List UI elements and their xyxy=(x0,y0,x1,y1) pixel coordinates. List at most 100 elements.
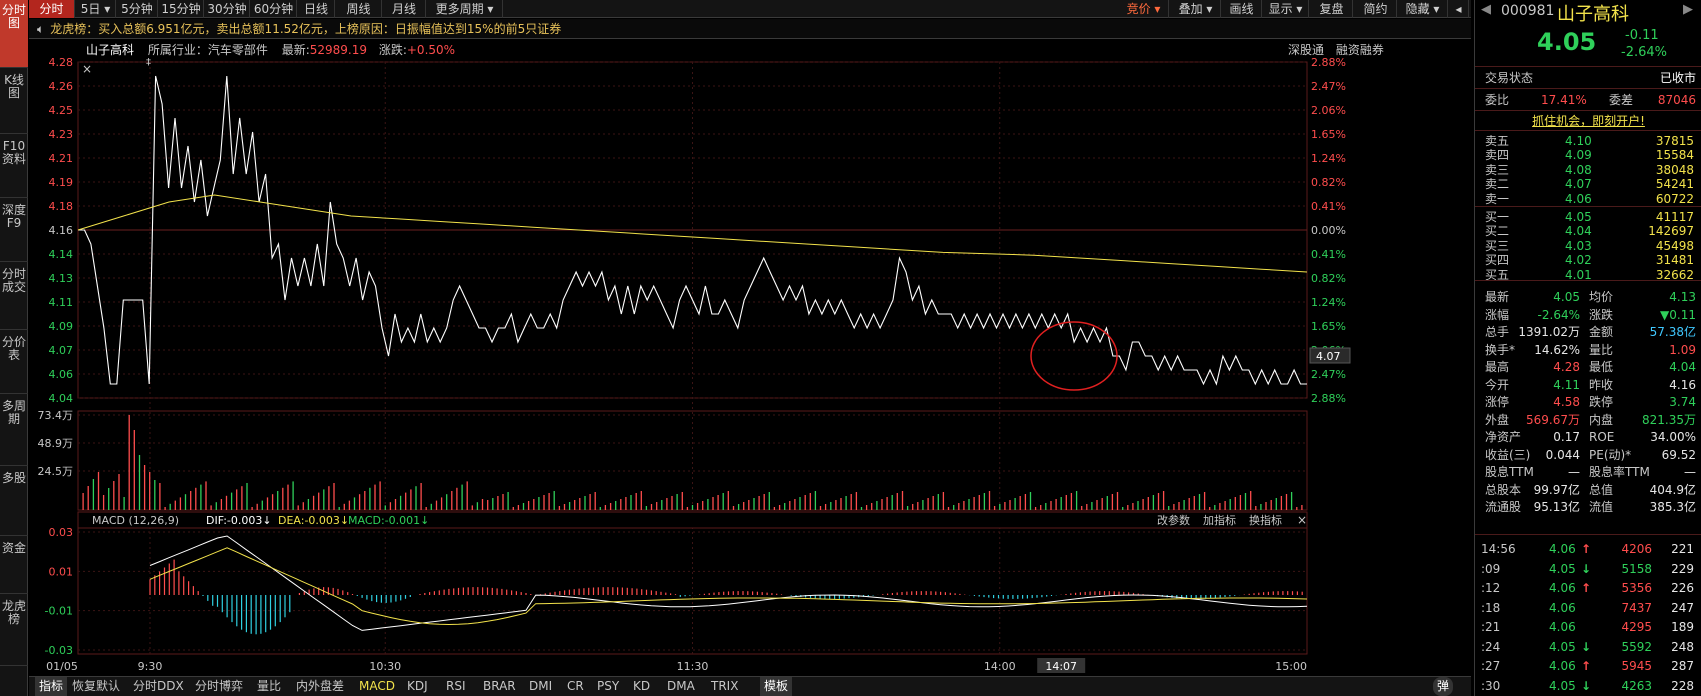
bid-row[interactable]: 买三 4.03 45498 xyxy=(1475,239,1701,253)
collapse-icon[interactable]: ◂ xyxy=(1449,0,1469,18)
period-tab-4[interactable]: 30分钟 xyxy=(205,0,250,18)
ask-row[interactable]: 卖四 4.09 15584 xyxy=(1475,148,1701,162)
trade-status-row: 交易状态 已收市 xyxy=(1475,70,1701,86)
bid-row[interactable]: 买一 4.05 41117 xyxy=(1475,210,1701,224)
indicator-tab-3[interactable]: 分时博弈 xyxy=(195,677,243,696)
tool-button-2[interactable]: 画线 xyxy=(1222,0,1262,18)
period-tab-7[interactable]: 周线 xyxy=(336,0,382,18)
macd-close-icon[interactable]: × xyxy=(1297,513,1307,527)
trade-status-value: 已收市 xyxy=(1659,71,1696,85)
period-tab-6[interactable]: 日线 xyxy=(298,0,335,18)
industry-label[interactable]: 所属行业：汽车零部件 xyxy=(148,43,268,57)
stats-row: 换手* 14.62% 量比 1.09 xyxy=(1475,342,1701,358)
margin-trading-link[interactable]: 融资融券 xyxy=(1336,43,1384,57)
indicator-tab-7[interactable]: KDJ xyxy=(407,677,428,696)
price-tick-label: 4.14 xyxy=(49,248,74,261)
book-volume: 37815 xyxy=(1655,134,1694,148)
period-tab-5[interactable]: 60分钟 xyxy=(251,0,297,18)
bid-row[interactable]: 买二 4.04 142697 xyxy=(1475,224,1701,238)
price-tick-label: 4.07 xyxy=(49,344,74,357)
next-stock-icon[interactable]: ▶ xyxy=(1683,2,1693,17)
ask-row[interactable]: 卖二 4.07 54241 xyxy=(1475,177,1701,191)
left-tab-9[interactable]: 龙虎榜 xyxy=(0,596,28,666)
macd-action-button[interactable]: 改参数 xyxy=(1157,513,1190,527)
indicator-tab-0[interactable]: 指标 xyxy=(35,677,68,696)
stat-label: 净资产 xyxy=(1485,430,1522,444)
close-icon[interactable]: × xyxy=(82,62,92,76)
index-change-label: 涨跌: xyxy=(378,43,407,57)
indicator-tab-13[interactable]: KD xyxy=(633,677,650,696)
period-tab-9[interactable]: 更多周期 ▾ xyxy=(427,0,503,18)
stat-value: — xyxy=(1684,465,1696,479)
indicator-tab-5[interactable]: 内外盘差 xyxy=(296,677,344,696)
period-tab-2[interactable]: 5分钟 xyxy=(117,0,158,18)
prev-stock-icon[interactable]: ◀ xyxy=(1481,2,1491,17)
indicator-tab-8[interactable]: RSI xyxy=(446,677,466,696)
stat-value: 95.13亿 xyxy=(1533,500,1580,514)
open-account-link[interactable]: 抓住机会，即刻开户! xyxy=(1475,112,1701,129)
left-tab-1[interactable]: K线图 xyxy=(0,70,28,134)
book-volume: 60722 xyxy=(1655,191,1694,206)
left-tab-0[interactable]: 分时图 xyxy=(0,0,28,68)
stat-value: 569.67万 xyxy=(1526,412,1580,427)
stock-code: 000981 xyxy=(1501,3,1555,19)
left-tab-2[interactable]: F10资料 xyxy=(0,136,28,198)
index-latest-label: 最新: xyxy=(281,43,310,57)
period-tab-3[interactable]: 15分钟 xyxy=(159,0,204,18)
period-tab-8[interactable]: 月线 xyxy=(383,0,426,18)
tick-volume: 4206 xyxy=(1621,542,1652,556)
indicator-tab-15[interactable]: TRIX xyxy=(711,677,738,696)
macd-action-button[interactable]: 换指标 xyxy=(1249,513,1282,527)
period-tab-1[interactable]: 5日 ▾ xyxy=(76,0,116,18)
stat-label: 最高 xyxy=(1485,360,1510,374)
stat-value: 4.28 xyxy=(1553,360,1580,374)
period-tab-0[interactable]: 分时 xyxy=(29,0,75,18)
tick-row: :09 4.05 ↓ 5158 229 xyxy=(1475,561,1701,577)
macd-dif-line xyxy=(149,535,1308,631)
ask-row[interactable]: 卖一 4.06 60722 xyxy=(1475,192,1701,206)
stat-value: 821.35万 xyxy=(1642,412,1696,427)
indicator-tab-1[interactable]: 恢复默认 xyxy=(72,677,120,696)
indicator-tab-12[interactable]: PSY xyxy=(597,677,619,696)
tool-button-3[interactable]: 显示 ▾ xyxy=(1263,0,1309,18)
tick-arrow-icon: ↑ xyxy=(1581,581,1592,595)
ask-row[interactable]: 卖五 4.10 37815 xyxy=(1475,134,1701,148)
ask-row[interactable]: 卖三 4.08 38048 xyxy=(1475,163,1701,177)
indicator-tab-16[interactable]: 模板 xyxy=(760,677,793,696)
stock-change-pct: -2.64% xyxy=(1621,45,1667,60)
tick-arrow-icon: ↓ xyxy=(1581,639,1592,654)
tool-button-6[interactable]: 隐藏 ▾ xyxy=(1398,0,1448,18)
tool-button-4[interactable]: 复盘 xyxy=(1311,0,1353,18)
hk-connect-link[interactable]: 深股通 xyxy=(1288,43,1324,57)
tool-button-5[interactable]: 简约 xyxy=(1355,0,1397,18)
left-tab-8[interactable]: 资金 xyxy=(0,538,28,594)
indicator-tab-4[interactable]: 量比 xyxy=(257,677,281,696)
tick-time: :24 xyxy=(1481,639,1501,654)
divider xyxy=(1475,534,1701,535)
tick-time: :18 xyxy=(1481,600,1501,615)
intraday-chart[interactable]: 4.28 2.88% 4.26 2.47% 4.25 2.06% 4.23 1.65% 4.21… xyxy=(29,58,1471,676)
macd-action-button[interactable]: 加指标 xyxy=(1203,513,1236,527)
popup-toggle[interactable]: 弹 xyxy=(1433,677,1454,696)
left-tab-7[interactable]: 多股 xyxy=(0,468,28,536)
left-tab-4[interactable]: 分时成交 xyxy=(0,264,28,330)
tool-button-1[interactable]: 叠加 ▾ xyxy=(1171,0,1221,18)
indicator-tab-14[interactable]: DMA xyxy=(667,677,695,696)
indicator-tab-9[interactable]: BRAR xyxy=(483,677,516,696)
stock-title: 山子高科 xyxy=(1557,4,1629,25)
book-price: 4.04 xyxy=(1565,224,1592,239)
left-tab-5[interactable]: 分价表 xyxy=(0,332,28,394)
stat-label: 最新 xyxy=(1485,290,1510,304)
book-price: 4.10 xyxy=(1565,134,1592,148)
indicator-tab-10[interactable]: DMI xyxy=(529,677,552,696)
indicator-tab-11[interactable]: CR xyxy=(567,677,584,696)
bid-row[interactable]: 买四 4.02 31481 xyxy=(1475,253,1701,267)
stat-value: 99.97亿 xyxy=(1533,482,1580,497)
indicator-tab-2[interactable]: 分时DDX xyxy=(133,677,184,696)
tool-button-0[interactable]: 竞价 ▾ xyxy=(1119,0,1169,18)
left-tab-3[interactable]: 深度F9 xyxy=(0,200,28,262)
left-tab-6[interactable]: 多周期 xyxy=(0,396,28,466)
indicator-tab-6[interactable]: MACD xyxy=(359,677,395,696)
stat-value: 4.04 xyxy=(1669,360,1696,374)
tick-time: :09 xyxy=(1481,561,1501,576)
